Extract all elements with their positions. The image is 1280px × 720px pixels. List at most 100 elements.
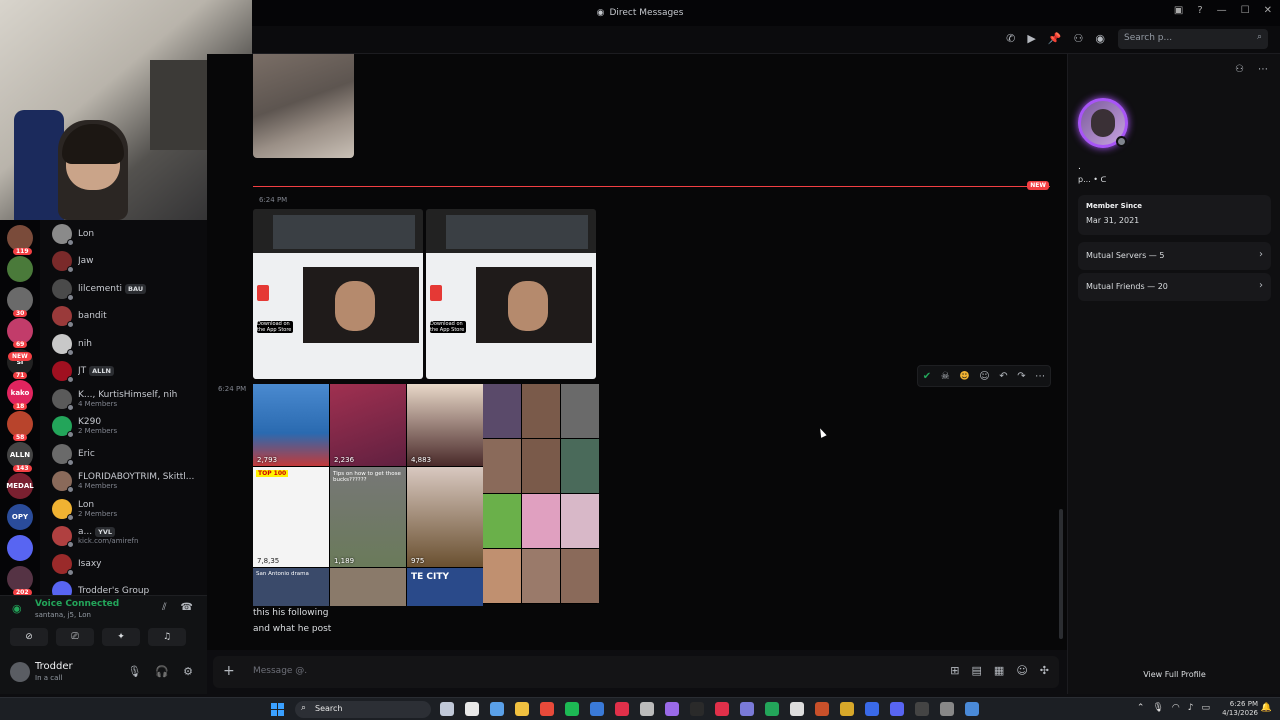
minimize-button[interactable]: — [1217,5,1227,16]
server-icon[interactable]: OPY [7,504,33,530]
dm-list-item[interactable]: K..., KurtisHimself, nih 4 Members [40,385,207,413]
add-friend-icon[interactable]: ⚇ [1235,64,1244,75]
taskbar-app-icon[interactable] [690,702,704,716]
dm-list-item[interactable]: a... YVL kick.com/amirefn [40,523,207,551]
screen-share-button[interactable]: ⎚ [56,628,94,646]
gear-icon[interactable]: ⚙ [183,665,193,678]
server-icon[interactable]: 30 [7,287,33,317]
volume-icon[interactable]: ♪ [1188,703,1194,713]
start-button[interactable] [271,703,284,716]
screenshot-attachment[interactable]: Download on the App Store [253,209,423,379]
dm-list-item[interactable]: Lon [40,220,207,248]
mutual-servers-row[interactable]: Mutual Servers — 5 › [1078,242,1271,270]
taskbar-app-icon[interactable] [840,702,854,716]
taskbar-app-icon[interactable] [715,702,729,716]
add-friend-icon[interactable]: ⚇ [1074,32,1084,45]
search-input[interactable]: Search p... ⌕ [1118,29,1268,49]
avatar[interactable] [10,662,30,682]
gif-icon[interactable]: ▤ [972,664,982,677]
server-icon[interactable]: 69 [7,318,33,348]
emoji-icon[interactable]: ☺ [1016,664,1027,677]
taskbar-app-icon[interactable] [490,702,504,716]
taskbar-app-icon[interactable] [815,702,829,716]
server-icon[interactable]: 202 [7,566,33,596]
apps-icon[interactable]: ✣ [1040,664,1049,677]
pin-icon[interactable]: 📌 [1048,32,1062,45]
taskbar-app-icon[interactable] [465,702,479,716]
new-servers-pill[interactable]: NEW [8,352,32,361]
server-icon[interactable] [7,535,33,561]
forward-icon[interactable]: ↷ [1017,371,1025,382]
taskbar-app-icon[interactable] [515,702,529,716]
server-icon[interactable]: kako 18 [7,380,33,410]
taskbar-app-icon[interactable] [865,702,879,716]
phone-icon[interactable]: ✆ [1006,32,1015,45]
taskbar-app-icon[interactable] [890,702,904,716]
taskbar-app-icon[interactable] [440,702,454,716]
add-reaction-icon[interactable]: ☺ [979,371,989,382]
dm-list-item[interactable]: JT ALLN [40,358,207,386]
dm-list-item[interactable]: Jaw [40,248,207,276]
dm-list-item[interactable]: FLORIDABOYTRIM, Skittl... 4 Members [40,468,207,496]
wifi-icon[interactable]: ◠ [1172,703,1180,713]
battery-icon[interactable]: ▭ [1201,703,1210,713]
view-full-profile-link[interactable]: View Full Profile [1068,670,1280,679]
dm-list-item[interactable]: Eric [40,440,207,468]
taskbar-app-icon[interactable] [940,702,954,716]
maximize-button[interactable]: ☐ [1241,5,1250,16]
soundboard-button[interactable]: ♫ [148,628,186,646]
headphones-icon[interactable]: 🎧 [155,665,169,678]
taskbar-clock[interactable]: 6:26 PM 4/13/2026 [1222,700,1258,718]
taskbar-app-icon[interactable] [765,702,779,716]
screenshot-attachment[interactable]: Download on the App Store [426,209,596,379]
disconnect-icon[interactable]: ☎ [181,602,193,613]
server-icon[interactable]: ALLN 143 [7,442,33,472]
more-icon[interactable]: ⋯ [1258,64,1268,75]
microphone-icon[interactable]: 🎙 [127,665,141,678]
taskbar-search[interactable]: ⌕ Search [295,701,431,718]
skull-reaction-icon[interactable]: ☠ [941,371,950,382]
add-attachment-icon[interactable]: + [223,663,235,679]
image-attachment[interactable] [253,54,354,158]
mic-icon[interactable]: 🎙 [1152,703,1163,713]
close-button[interactable]: ✕ [1264,5,1272,16]
chevron-up-icon[interactable]: ⌃ [1137,703,1145,713]
server-icon[interactable]: 58 [7,411,33,441]
taskbar-app-icon[interactable] [640,702,654,716]
dm-list-item[interactable]: Trodder's Group [40,578,207,595]
dm-list-item[interactable]: Isaxy [40,550,207,578]
following-grid-image[interactable]: 2,793 2,236 4,883 TOP 100 7,8,35 Tips on… [253,384,483,606]
taskbar-app-icon[interactable] [565,702,579,716]
server-icon[interactable]: 119 [7,225,33,255]
noise-suppression-icon[interactable]: ⫽ [162,602,166,613]
dm-list-item[interactable]: Lon 2 Members [40,495,207,523]
dm-list-item[interactable]: nih [40,330,207,358]
taskbar-app-icon[interactable] [540,702,554,716]
taskbar-app-icon[interactable] [915,702,929,716]
message-input[interactable]: Message @. [253,666,307,676]
profile-toggle-icon[interactable]: ◉ [1095,32,1105,45]
help-icon[interactable]: ? [1197,5,1202,16]
taskbar-app-icon[interactable] [965,702,979,716]
mutual-friends-row[interactable]: Mutual Friends — 20 › [1078,273,1271,301]
dm-list-item[interactable]: K290 2 Members [40,413,207,441]
check-reaction-icon[interactable]: ✔ [923,371,931,382]
voice-status[interactable]: Voice Connected [35,599,119,609]
camera-off-button[interactable]: ⊘ [10,628,48,646]
username[interactable]: Trodder [35,661,73,672]
taskbar-app-icon[interactable] [790,702,804,716]
taskbar-app-icon[interactable] [615,702,629,716]
gift-icon[interactable]: ⊞ [950,664,959,677]
notification-icon[interactable]: 🔔 [1261,703,1272,713]
taskbar-app-icon[interactable] [665,702,679,716]
signal-icon[interactable]: ◉ [12,602,22,615]
server-icon[interactable] [7,256,33,282]
more-icon[interactable]: ⋯ [1035,371,1045,382]
screen-share-icon[interactable]: ▣ [1174,5,1183,16]
reply-icon[interactable]: ↶ [999,371,1007,382]
posts-grid-image[interactable] [483,384,599,604]
chat-scrollbar[interactable] [1059,509,1063,639]
dm-list-item[interactable]: bandit [40,303,207,331]
dm-list-item[interactable]: lilcementi BAU [40,275,207,303]
video-icon[interactable]: ▶ [1027,32,1035,45]
